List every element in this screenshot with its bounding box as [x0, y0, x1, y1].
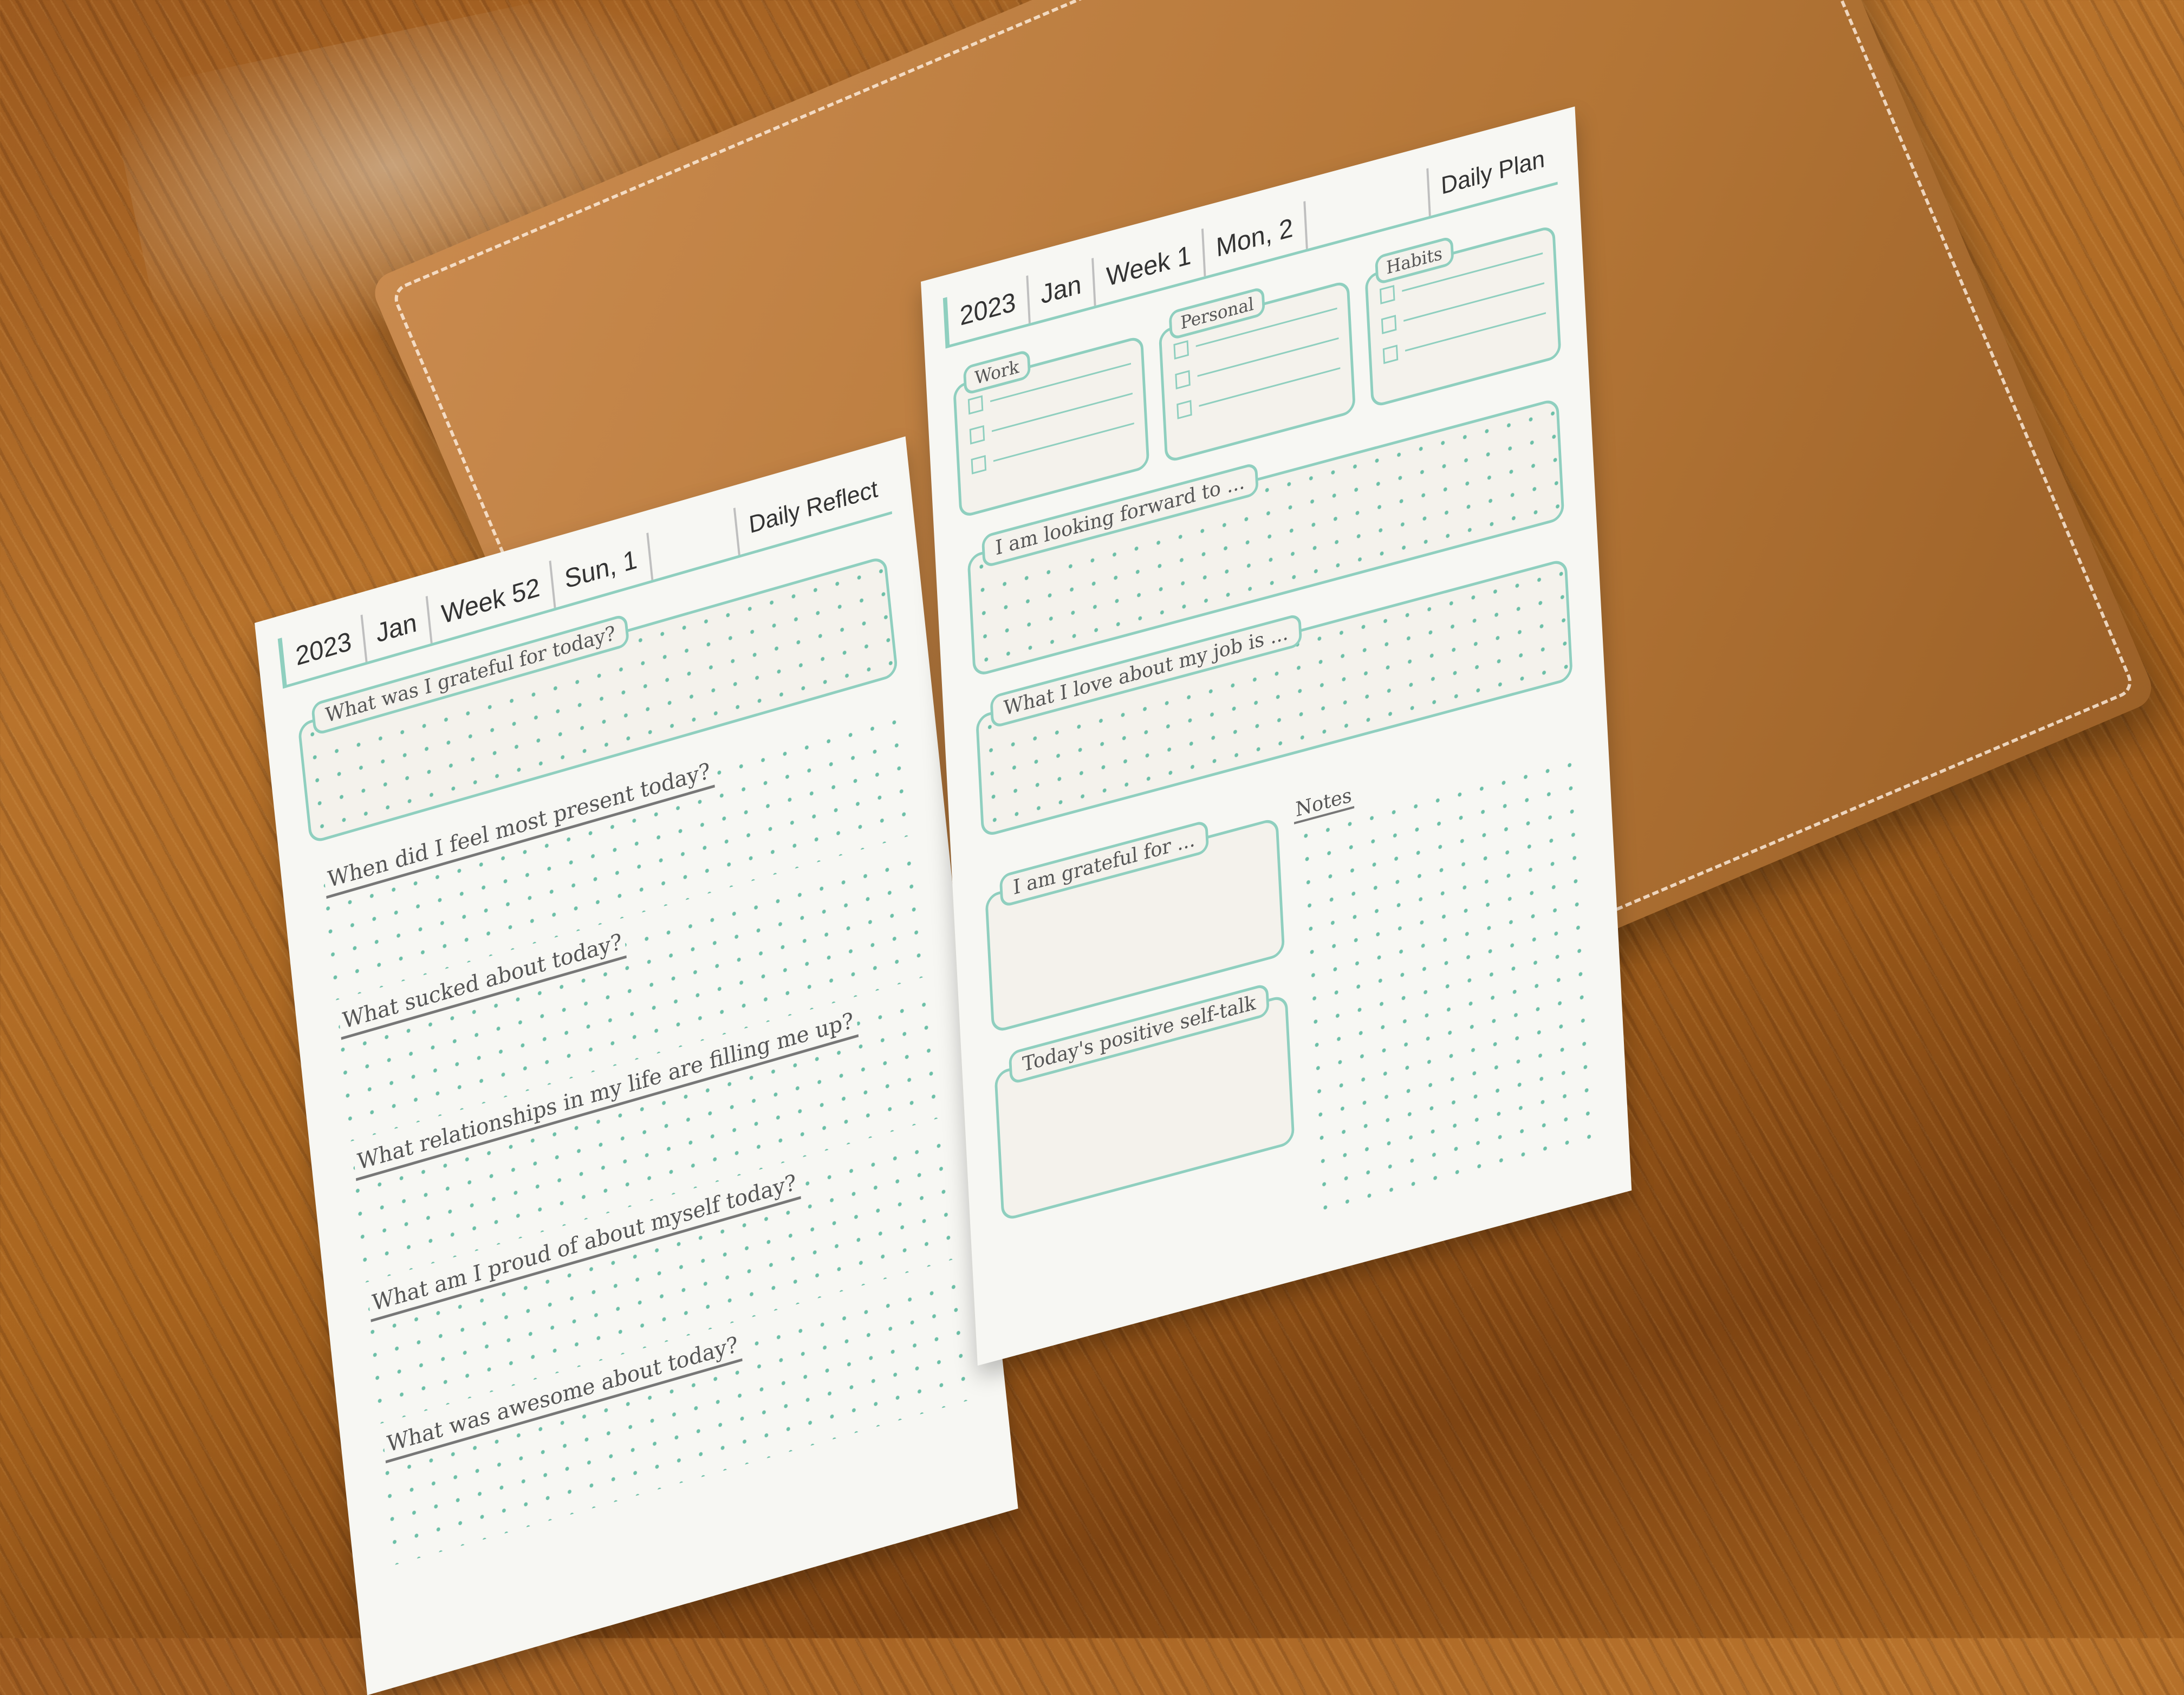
personal-list: Personal: [1158, 280, 1356, 464]
habits-list: Habits: [1364, 224, 1562, 408]
checkbox-icon: [969, 425, 985, 445]
selftalk-box: Today's positive self-talk: [994, 983, 1295, 1222]
checkbox-icon: [1175, 370, 1191, 389]
checkbox-icon: [1176, 400, 1193, 419]
daily-plan-page: 2023 Jan Week 1 Mon, 2 Daily Plan Work P…: [921, 106, 1632, 1366]
checkbox-icon: [1379, 285, 1395, 304]
checkbox-icon: [1381, 315, 1397, 335]
notes-label: Notes: [1292, 783, 1355, 824]
notes-area: Notes: [1292, 748, 1608, 1225]
daily-reflect-page: 2023 Jan Week 52 Sun, 1 Daily Reflect Wh…: [255, 436, 1018, 1695]
notes-column: Notes: [1292, 716, 1608, 1225]
tab-day: Mon, 2: [1203, 201, 1308, 276]
checkbox-icon: [1173, 340, 1190, 360]
tab-week: Week 52: [427, 560, 556, 643]
grateful-label: I am grateful for ...: [999, 819, 1209, 908]
tab-week: Week 1: [1094, 228, 1206, 306]
notebook-spread: 2023 Jan Week 52 Sun, 1 Daily Reflect Wh…: [0, 0, 2184, 1695]
checkbox-icon: [1382, 345, 1398, 365]
tab-day: Sun, 1: [551, 532, 653, 608]
lower-left-column: I am grateful for ... Today's positive s…: [984, 798, 1299, 1308]
tab-month: Jan: [362, 595, 433, 662]
tab-month: Jan: [1028, 257, 1096, 323]
checkbox-icon: [967, 395, 984, 415]
checkbox-icon: [971, 454, 987, 475]
work-list: Work: [953, 335, 1150, 519]
page-title: Daily Plan: [1426, 134, 1558, 217]
tab-year: 2023: [282, 614, 368, 685]
page-title: Daily Reflect: [733, 464, 892, 556]
tab-year: 2023: [947, 275, 1031, 345]
